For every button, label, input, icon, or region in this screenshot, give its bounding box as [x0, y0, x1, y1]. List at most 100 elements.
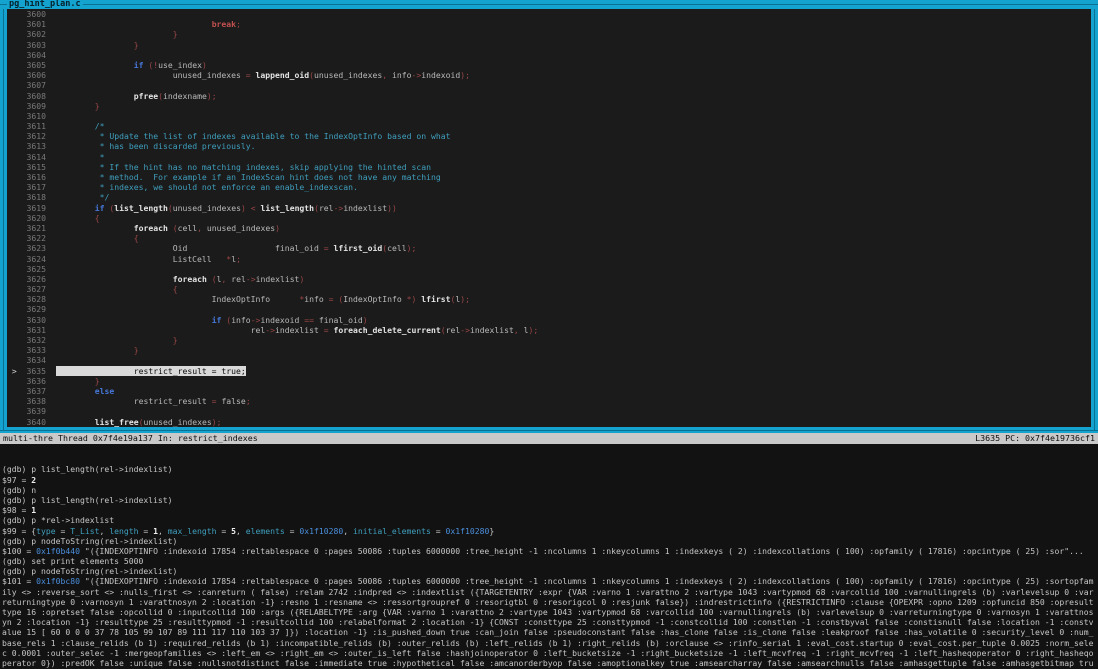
current-line-marker	[7, 101, 17, 111]
console-line: yn 2 :location -1} :resulttype 25 :resul…	[2, 617, 1098, 627]
current-line-marker	[7, 264, 17, 274]
source-line: 3617 * indexes, we should not enforce an…	[7, 182, 1091, 192]
source-line: 3606 unused_indexes = lappend_oid(unused…	[7, 70, 1091, 80]
current-line-marker	[7, 243, 17, 253]
line-number: 3627	[27, 284, 47, 294]
source-line: 3634	[7, 355, 1091, 365]
current-line-marker	[7, 325, 17, 335]
current-line-marker	[7, 304, 17, 314]
source-line: 3604	[7, 50, 1091, 60]
current-line-marker	[7, 91, 17, 101]
current-line-marker	[7, 131, 17, 141]
line-number: 3636	[27, 376, 47, 386]
console-line: $100 = 0x1f0b440 "({INDEXOPTINFO :indexo…	[2, 546, 1098, 556]
current-line-marker	[7, 9, 17, 19]
source-line: 3637 else	[7, 386, 1091, 396]
source-line-current: > 3635 restrict_result = true;	[7, 366, 1091, 376]
current-line-marker	[7, 406, 17, 416]
source-window: pg_hint_plan.c 3600 3601 break; 3602 } 3…	[0, 0, 1098, 433]
current-line-marker	[7, 141, 17, 151]
line-number: 3604	[27, 50, 47, 60]
source-line: 3631 rel->indexlist = foreach_delete_cur…	[7, 325, 1091, 335]
gdb-console[interactable]: (gdb) p list_length(rel->indexlist)$97 =…	[0, 444, 1098, 669]
line-number: 3602	[27, 29, 47, 39]
console-line: (gdb) set print elements 5000	[2, 556, 1098, 566]
current-line-marker	[7, 345, 17, 355]
source-line: 3623 Oid final_oid = lfirst_oid(cell);	[7, 243, 1091, 253]
line-number: 3617	[27, 182, 47, 192]
line-number: 3631	[27, 325, 47, 335]
console-line: $97 = 2	[2, 475, 1098, 485]
current-line-marker	[7, 192, 17, 202]
source-line: 3618 */	[7, 192, 1091, 202]
source-line: 3609 }	[7, 101, 1091, 111]
source-line: 3630 if (info->indexoid == final_oid)	[7, 315, 1091, 325]
current-line-marker	[7, 60, 17, 70]
line-number: 3616	[27, 172, 47, 182]
source-line: 3600	[7, 9, 1091, 19]
source-line: 3624 ListCell *l;	[7, 254, 1091, 264]
current-line-marker	[7, 70, 17, 80]
current-line-marker	[7, 233, 17, 243]
source-line: 3603 }	[7, 40, 1091, 50]
line-number: 3629	[27, 304, 47, 314]
source-line: 3638 restrict_result = false;	[7, 396, 1091, 406]
source-line: 3619 if (list_length(unused_indexes) < l…	[7, 203, 1091, 213]
line-number: 3621	[27, 223, 47, 233]
current-line-marker	[7, 294, 17, 304]
source-line: 3615 * If the hint has no matching index…	[7, 162, 1091, 172]
line-number: 3623	[27, 243, 47, 253]
line-number: 3613	[27, 141, 47, 151]
line-number: 3626	[27, 274, 47, 284]
source-lines: 3600 3601 break; 3602 } 3603 } 3604 3605…	[7, 9, 1091, 427]
console-line: type 16 :opretset false :opcollid 0 :inp…	[2, 607, 1098, 617]
source-line: 3610	[7, 111, 1091, 121]
console-line: $99 = {type = T_List, length = 1, max_le…	[2, 526, 1098, 536]
line-number: 3607	[27, 80, 47, 90]
source-line: 3640 list_free(unused_indexes);	[7, 417, 1091, 427]
line-number: 3618	[27, 192, 47, 202]
gdb-tui-terminal[interactable]: pg_hint_plan.c 3600 3601 break; 3602 } 3…	[0, 0, 1098, 669]
source-file-title: pg_hint_plan.c	[7, 0, 83, 9]
current-line-marker	[7, 203, 17, 213]
source-line: 3627 {	[7, 284, 1091, 294]
line-number: 3615	[27, 162, 47, 172]
current-line-marker	[7, 40, 17, 50]
line-number: 3601	[27, 19, 47, 29]
source-line: 3636 }	[7, 376, 1091, 386]
current-line-marker	[7, 386, 17, 396]
source-line: 3639	[7, 406, 1091, 416]
console-line: alue 15 [ 60 0 0 0 37 78 105 99 107 89 1…	[2, 627, 1098, 637]
source-line: 3621 foreach (cell, unused_indexes)	[7, 223, 1091, 233]
line-number: 3638	[27, 396, 47, 406]
source-line: 3616 * method. For example if an IndexSc…	[7, 172, 1091, 182]
source-line: 3605 if (!use_index)	[7, 60, 1091, 70]
current-line-marker	[7, 284, 17, 294]
console-line: returningtype 0 :varnosyn 1 :varattnosyn…	[2, 597, 1098, 607]
current-line-marker	[7, 111, 17, 121]
console-line: $101 = 0x1f0bc80 "({INDEXOPTINFO :indexo…	[2, 576, 1098, 586]
source-line: 3633 }	[7, 345, 1091, 355]
console-line: (gdb) p *rel->indexlist	[2, 515, 1098, 525]
current-line-marker	[7, 121, 17, 131]
console-line: (gdb) p nodeToString(rel->indexlist)	[2, 536, 1098, 546]
source-line: 3629	[7, 304, 1091, 314]
console-line: (gdb) p list_length(rel->indexlist)	[2, 464, 1098, 474]
line-number: 3634	[27, 355, 47, 365]
console-line: $98 = 1	[2, 505, 1098, 515]
current-line-marker	[7, 274, 17, 284]
current-line-marker	[7, 335, 17, 345]
current-line-marker	[7, 152, 17, 162]
line-number: 3622	[27, 233, 47, 243]
line-number: 3640	[27, 417, 47, 427]
line-number: 3609	[27, 101, 47, 111]
console-line: base_rels 1 :clause_relids (b 1) :requir…	[2, 638, 1098, 648]
current-line-marker	[7, 396, 17, 406]
source-line: 3602 }	[7, 29, 1091, 39]
line-number: 3632	[27, 335, 47, 345]
line-number: 3614	[27, 152, 47, 162]
source-line: 3611 /*	[7, 121, 1091, 131]
current-line-marker	[7, 254, 17, 264]
console-line: (gdb) p list_length(rel->indexlist)	[2, 495, 1098, 505]
current-line-marker	[7, 376, 17, 386]
